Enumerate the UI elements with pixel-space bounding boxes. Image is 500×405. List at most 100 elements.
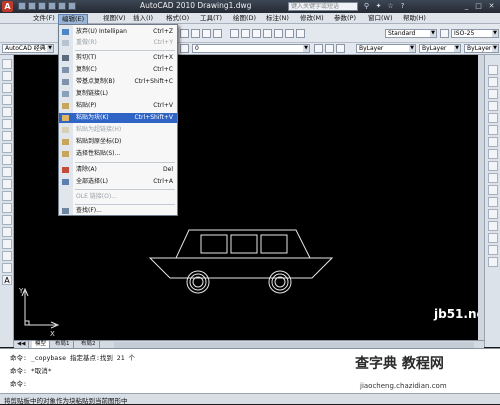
menu-item-paste-special[interactable]: 选择性粘贴(S)...	[59, 149, 177, 159]
menu-item-find[interactable]: 查找(F)...	[59, 206, 177, 216]
insert-block-icon[interactable]	[2, 191, 12, 201]
lineweight-select[interactable]: ByLayer ▼	[464, 44, 499, 53]
ellipse-icon[interactable]	[2, 167, 12, 177]
break-icon[interactable]	[488, 209, 498, 219]
menu-format[interactable]: 格式(O)	[163, 14, 192, 23]
menu-item-paste-as-hyperlink[interactable]: 粘贴为超链接(H)	[59, 125, 177, 135]
vertical-scrollbar[interactable]	[478, 55, 484, 340]
mirror-icon[interactable]	[488, 89, 498, 99]
menu-item-copy[interactable]: 复制(C) Ctrl+C	[59, 65, 177, 75]
command-prompt[interactable]: 命令:	[10, 378, 27, 388]
trim-icon[interactable]	[488, 173, 498, 183]
menu-item-clear[interactable]: 清除(A) Del	[59, 165, 177, 175]
sheet-set-icon[interactable]	[263, 29, 272, 38]
help-icon[interactable]: ?	[398, 2, 407, 11]
explode-icon[interactable]	[488, 257, 498, 267]
menu-item-paste[interactable]: 粘贴(P) Ctrl+V	[59, 101, 177, 111]
layer-states-icon[interactable]	[336, 44, 345, 53]
make-block-icon[interactable]	[2, 203, 12, 213]
communication-center-icon[interactable]: ✦	[374, 2, 383, 11]
search-input[interactable]: 键入关键字或短语	[288, 2, 358, 11]
make-layer-current-icon[interactable]	[314, 44, 323, 53]
menu-insert[interactable]: 插入(I)	[130, 14, 156, 23]
menu-item-undo[interactable]: 放弃(U) Intellipan Ctrl+Z	[59, 27, 177, 37]
menu-item-cut[interactable]: 剪切(T) Ctrl+X	[59, 53, 177, 63]
design-center-icon[interactable]	[241, 29, 250, 38]
maximize-icon[interactable]: □	[474, 2, 483, 11]
line-icon[interactable]	[2, 59, 12, 69]
revision-cloud-icon[interactable]	[2, 143, 12, 153]
circle-icon[interactable]	[2, 131, 12, 141]
menu-draw[interactable]: 绘图(D)	[230, 14, 259, 23]
layer-previous-icon[interactable]	[325, 44, 334, 53]
pan-icon[interactable]	[180, 29, 189, 38]
favorites-icon[interactable]: ☆	[386, 2, 395, 11]
zoom-window-icon[interactable]	[202, 29, 211, 38]
join-icon[interactable]	[488, 221, 498, 231]
menu-item-copy-link[interactable]: 复制链接(L)	[59, 89, 177, 99]
menu-dimension[interactable]: 标注(N)	[263, 14, 292, 23]
rotate-icon[interactable]	[488, 137, 498, 147]
menu-parametric[interactable]: 参数(P)	[331, 14, 359, 23]
point-icon[interactable]	[2, 215, 12, 225]
properties-icon[interactable]	[230, 29, 239, 38]
autocad-logo-icon[interactable]: A	[2, 1, 13, 12]
menu-item-ole-links[interactable]: OLE 链接(O)...	[59, 192, 177, 202]
markup-icon[interactable]	[274, 29, 283, 38]
rectangle-icon[interactable]	[2, 107, 12, 117]
undo-icon[interactable]	[48, 2, 56, 10]
menu-file[interactable]: 文件(F)	[30, 14, 58, 23]
text-style-select[interactable]: Standard ▼	[385, 29, 437, 38]
menu-help[interactable]: 帮助(H)	[400, 14, 429, 23]
spline-icon[interactable]	[2, 155, 12, 165]
print-icon[interactable]	[68, 2, 76, 10]
workspace-select[interactable]: AutoCAD 经典 ▼	[2, 44, 54, 53]
construction-line-icon[interactable]	[2, 71, 12, 81]
tool-palettes-icon[interactable]	[252, 29, 261, 38]
save-icon[interactable]	[38, 2, 46, 10]
fillet-icon[interactable]	[488, 245, 498, 255]
erase-icon[interactable]	[488, 65, 498, 75]
color-select[interactable]: ByLayer ▼	[356, 44, 416, 53]
stretch-icon[interactable]	[488, 161, 498, 171]
menu-item-copy-with-base[interactable]: 带基点复制(B) Ctrl+Shift+C	[59, 77, 177, 87]
array-icon[interactable]	[488, 113, 498, 123]
table-icon[interactable]	[2, 263, 12, 273]
polygon-icon[interactable]	[2, 95, 12, 105]
region-icon[interactable]	[2, 251, 12, 261]
menu-view[interactable]: 视图(V)	[100, 14, 129, 23]
extend-icon[interactable]	[488, 185, 498, 195]
dimension-style-icon[interactable]	[440, 29, 449, 38]
binoculars-icon[interactable]: ⚲	[362, 2, 371, 11]
zoom-realtime-icon[interactable]	[191, 29, 200, 38]
menu-item-paste-to-original[interactable]: 粘贴到原坐标(D)	[59, 137, 177, 147]
command-window[interactable]: 命令: _copybase 指定基点:找到 21 个 命令: *取消* 命令: …	[0, 348, 500, 393]
layer-manager-icon[interactable]	[180, 44, 189, 53]
move-icon[interactable]	[488, 125, 498, 135]
zoom-previous-icon[interactable]	[213, 29, 222, 38]
linetype-select[interactable]: ByLayer ▼	[419, 44, 461, 53]
ellipse-arc-icon[interactable]	[2, 179, 12, 189]
chamfer-icon[interactable]	[488, 233, 498, 243]
offset-icon[interactable]	[488, 101, 498, 111]
copy-object-icon[interactable]	[488, 77, 498, 87]
menu-tools[interactable]: 工具(T)	[197, 14, 225, 23]
calculator-icon[interactable]	[285, 29, 294, 38]
arc-icon[interactable]	[2, 119, 12, 129]
open-file-icon[interactable]	[28, 2, 36, 10]
close-icon[interactable]: ✕	[487, 2, 496, 11]
redo-icon[interactable]	[58, 2, 66, 10]
scale-icon[interactable]	[488, 149, 498, 159]
menu-item-paste-as-block[interactable]: 粘贴为块(K) Ctrl+Shift+V	[59, 113, 177, 123]
new-file-icon[interactable]	[18, 2, 26, 10]
menu-item-redo[interactable]: 重做(R) Ctrl+Y	[59, 38, 177, 48]
minimize-icon[interactable]: _	[462, 2, 471, 11]
hatch-icon[interactable]	[2, 227, 12, 237]
dim-style-select[interactable]: ISO-25 ▼	[451, 29, 499, 38]
menu-item-select-all[interactable]: 全部选择(L) Ctrl+A	[59, 177, 177, 187]
multiline-text-icon[interactable]: A	[2, 275, 12, 285]
menu-modify[interactable]: 修改(M)	[297, 14, 327, 23]
help-icon[interactable]	[296, 29, 305, 38]
break-at-point-icon[interactable]	[488, 197, 498, 207]
menu-window[interactable]: 窗口(W)	[365, 14, 396, 23]
